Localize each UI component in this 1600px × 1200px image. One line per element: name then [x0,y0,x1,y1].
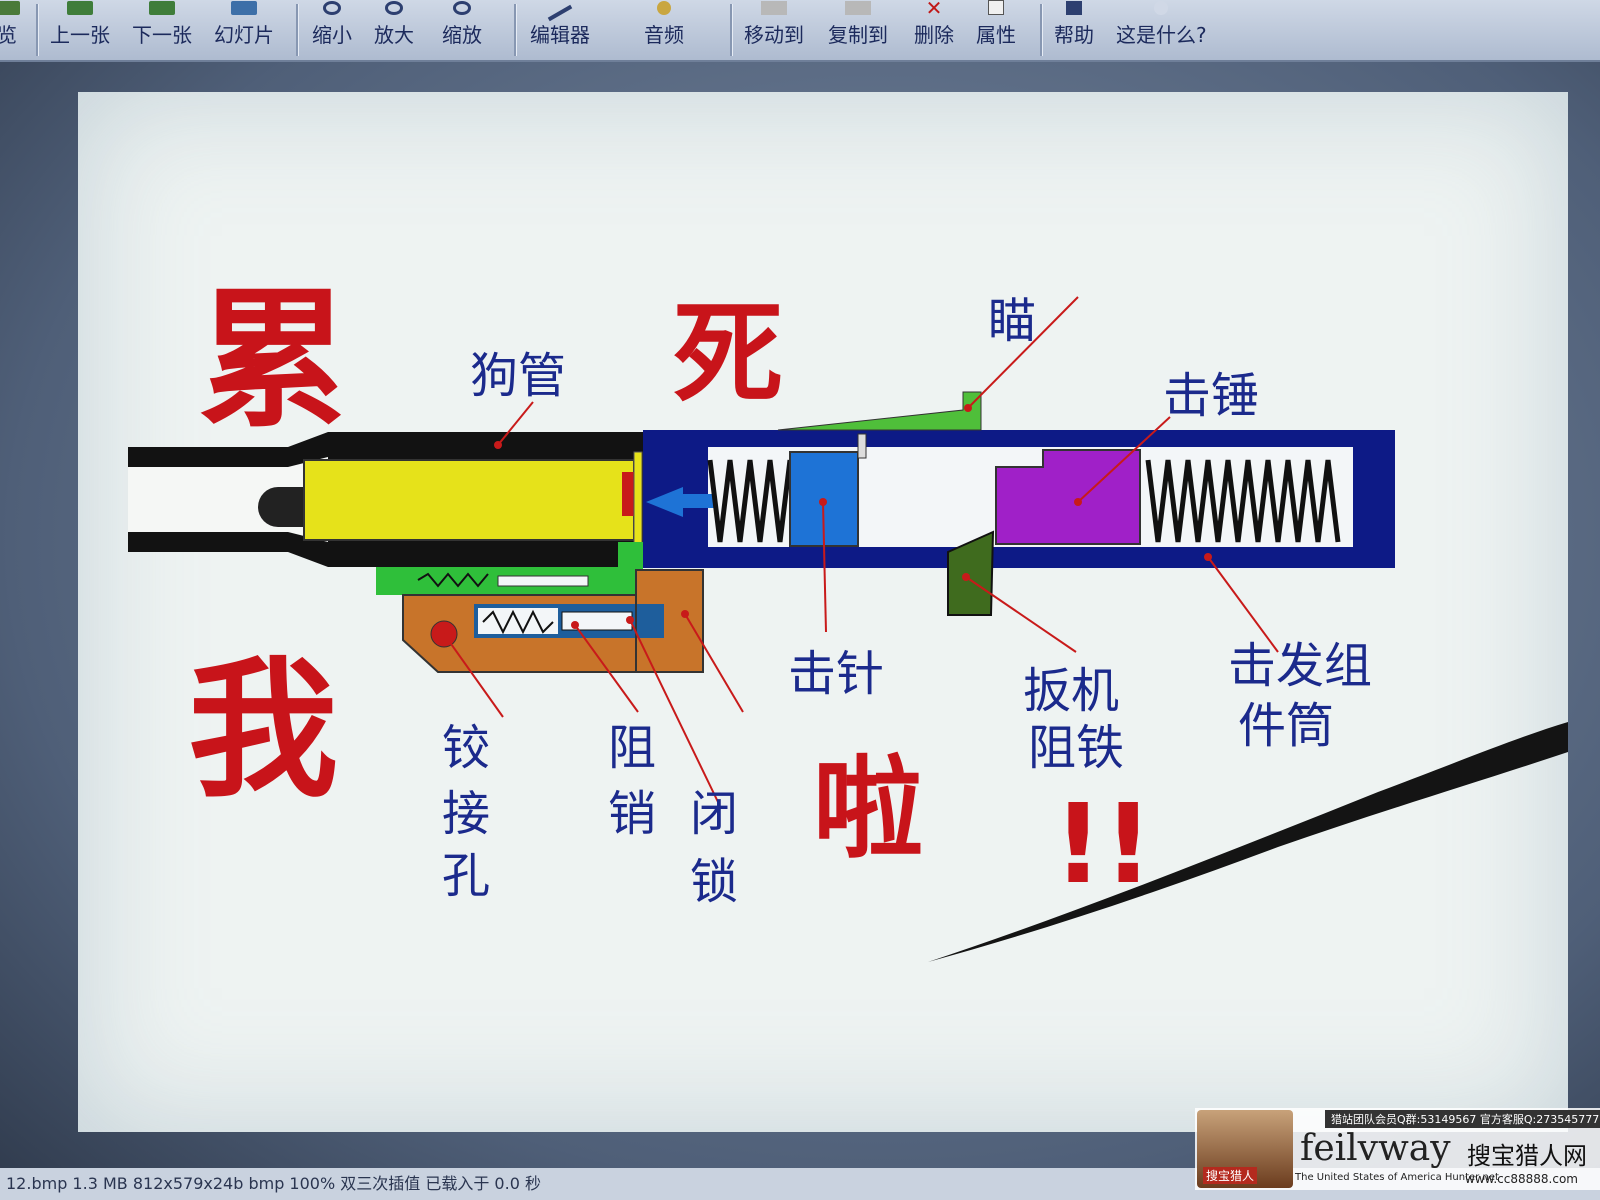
audio-button[interactable]: 音频 [644,0,684,58]
watermark-url: www.cc88888.com [1465,1172,1578,1186]
label-firing-pin: 击针 [788,646,884,702]
folder-move-icon [761,1,787,15]
delete-x-icon: ✕ [925,0,943,20]
fit-zoom-button[interactable]: 缩放 [442,0,482,58]
move-to-button[interactable]: 移动到 [744,0,804,58]
zoom-in-button[interactable]: 放大 [374,0,414,58]
whats-this-button[interactable]: 这是什么? [1116,0,1207,58]
slideshow-icon [231,1,257,15]
label-assembly-2: 件筒 [1238,698,1334,754]
watermark-contact: 猎站团队会员Q群:53149567 官方客服Q:2735457775 [1325,1110,1600,1128]
arrow-left-icon [67,1,93,15]
viewer-toolbar: 览 上一张 下一张 幻灯片 缩小 放大 缩放 编辑器 音频 移动到 复制到 ✕ 删… [0,0,1600,62]
help-book-icon [1066,1,1082,15]
arrow-right-icon [149,1,175,15]
label-lock-2: 锁 [690,854,738,910]
label-block-pin-1: 阻 [608,720,656,776]
scribble-char-2: 死 [673,290,783,418]
properties-button[interactable]: 属性 [976,0,1016,58]
label-sear-2: 阻铁 [1028,720,1124,776]
label-hinge-1: 铰 [442,720,490,776]
toolbar-separator [296,4,299,56]
watermark: 搜宝猎人 猎站团队会员Q群:53149567 官方客服Q:2735457775 … [1195,1108,1600,1190]
toolbar-separator [1040,4,1043,56]
next-button[interactable]: 下一张 [132,0,192,58]
brush-stroke [928,722,1568,962]
help-button[interactable]: 帮助 [1054,0,1094,58]
previous-button[interactable]: 上一张 [50,0,110,58]
label-lock-1: 闭 [690,786,738,842]
browse-button[interactable]: 览 [0,0,20,58]
magnifier-fit-icon [453,1,471,15]
magnifier-minus-icon [323,1,341,15]
speaker-icon [657,1,671,15]
magnifier-plus-icon [385,1,403,15]
image-canvas: 狗管 瞄 击锤 击针 扳机 阻铁 击发组 件筒 铰 接 孔 阻 销 闭 锁 累 … [78,92,1568,1132]
toolbar-separator [730,4,733,56]
label-assembly-1: 击发组 [1228,638,1372,694]
sight [777,391,982,431]
toolbar-separator [514,4,517,56]
folder-copy-icon [845,1,871,15]
watermark-brand: feilvway [1300,1128,1451,1169]
hunter-logo: 搜宝猎人 [1197,1110,1293,1188]
label-barrel: 狗管 [470,348,566,404]
copy-to-button[interactable]: 复制到 [828,0,888,58]
editor-button[interactable]: 编辑器 [530,0,590,58]
label-hinge-3: 孔 [442,848,490,904]
label-sear-1: 扳机 [1023,663,1119,719]
zoom-out-button[interactable]: 缩小 [312,0,352,58]
slideshow-button[interactable]: 幻灯片 [214,0,274,58]
properties-icon [988,0,1004,15]
logo-text: 搜宝猎人 [1203,1167,1258,1184]
scribble-char-1: 累 [198,274,348,448]
watermark-site-name: 搜宝猎人网 [1467,1142,1587,1170]
scribble-char-3: 我 [188,644,338,818]
label-hammer: 击锤 [1163,368,1259,424]
label-block-pin-2: 销 [608,786,656,842]
scribble-char-4: 啦 [813,745,923,873]
gun-diagram: 狗管 瞄 击锤 击针 扳机 阻铁 击发组 件筒 铰 接 孔 阻 销 闭 锁 累 … [128,274,1568,962]
label-sight: 瞄 [988,293,1036,349]
toolbar-separator [36,4,39,56]
question-icon [1154,1,1169,15]
label-hinge-2: 接 [442,786,490,842]
browse-icon [0,1,20,15]
delete-button[interactable]: ✕ 删除 [914,0,954,58]
